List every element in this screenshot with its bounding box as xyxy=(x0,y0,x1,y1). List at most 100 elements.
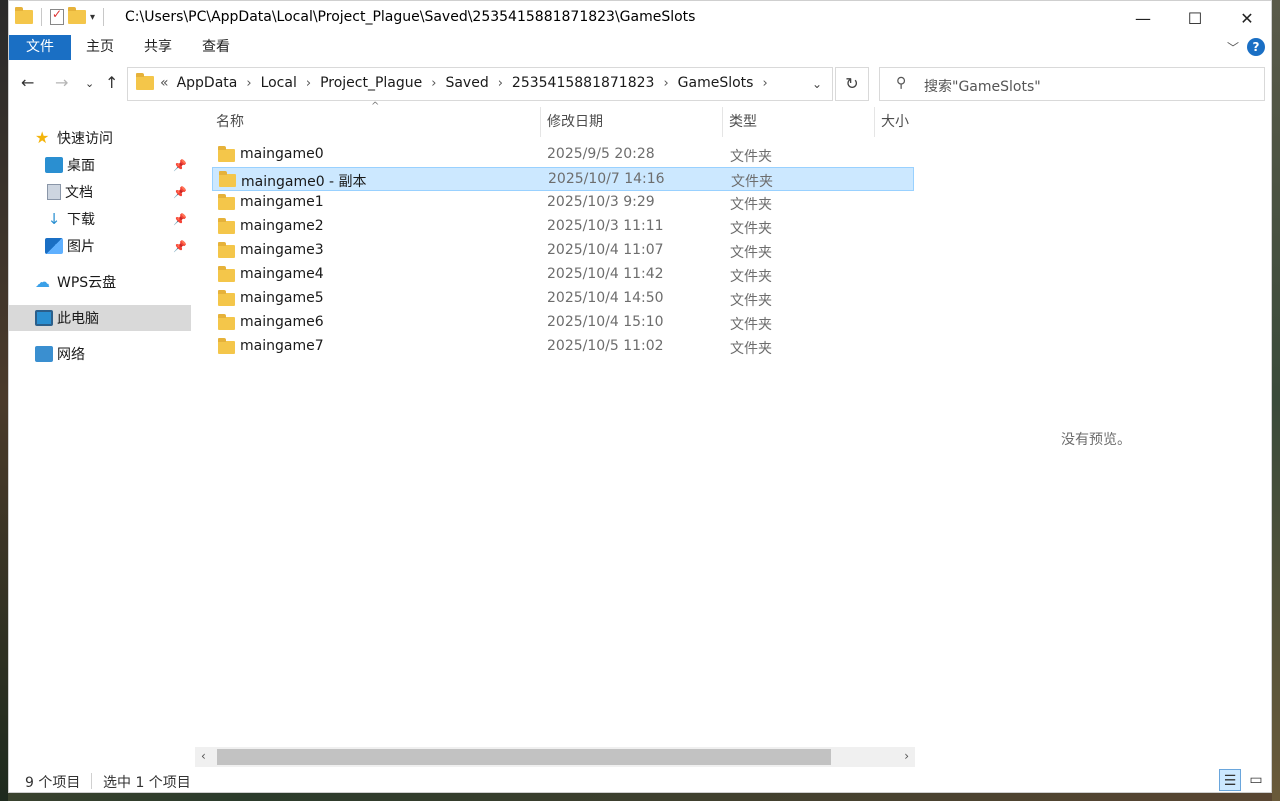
column-header-name[interactable]: 名称 xyxy=(216,107,244,137)
no-preview-message: 没有预览。 xyxy=(1061,432,1131,448)
file-modified: 2025/10/4 11:42 xyxy=(547,266,664,282)
breadcrumb-chevron-icon[interactable]: › xyxy=(246,76,251,91)
file-modified: 2025/10/7 14:16 xyxy=(548,171,665,187)
pin-icon[interactable]: 📌 xyxy=(173,213,187,226)
sidebar-item-desktop[interactable]: 桌面 📌 xyxy=(9,152,191,178)
file-type: 文件夹 xyxy=(730,341,772,357)
desktop-background-left xyxy=(0,0,8,801)
breadcrumb-id-folder[interactable]: 2535415881871823 xyxy=(512,75,655,91)
column-header-size[interactable]: 大小 xyxy=(881,107,909,137)
toolbar-divider xyxy=(103,8,105,26)
sidebar-item-wps-cloud[interactable]: ☁ WPS云盘 xyxy=(9,269,191,295)
maximize-button[interactable]: ☐ xyxy=(1169,1,1221,35)
file-type: 文件夹 xyxy=(730,293,772,309)
breadcrumb-chevron-icon[interactable]: › xyxy=(498,76,503,91)
file-row-maingame7[interactable]: maingame7 2025/10/5 11:02 文件夹 xyxy=(212,335,914,359)
expand-ribbon-icon[interactable]: ﹀ xyxy=(1227,39,1239,56)
recent-locations-chevron-icon[interactable]: ⌄ xyxy=(85,77,94,90)
pin-icon[interactable]: 📌 xyxy=(173,186,187,199)
scroll-left-icon[interactable]: ‹ xyxy=(201,749,206,763)
sidebar-item-this-pc[interactable]: 此电脑 xyxy=(9,305,191,331)
file-row-maingame5[interactable]: maingame5 2025/10/4 14:50 文件夹 xyxy=(212,287,914,311)
column-header-type[interactable]: 类型 xyxy=(729,107,757,137)
file-name: maingame5 xyxy=(240,290,324,306)
file-name: maingame4 xyxy=(240,266,324,282)
sidebar-item-label: 文档 xyxy=(65,185,93,201)
folder-icon xyxy=(218,266,235,282)
file-type: 文件夹 xyxy=(730,269,772,285)
breadcrumb-chevron-icon[interactable]: › xyxy=(762,76,767,91)
large-icons-view-icon[interactable]: ▭ xyxy=(1245,769,1267,791)
address-bar[interactable]: « AppData › Local › Project_Plague › Sav… xyxy=(127,67,833,101)
desktop-icon xyxy=(45,157,63,173)
refresh-button[interactable]: ↻ xyxy=(835,67,869,101)
pin-icon[interactable]: 📌 xyxy=(173,240,187,253)
customize-toolbar-icon[interactable]: ▾ xyxy=(90,12,95,23)
breadcrumb-chevron-icon[interactable]: › xyxy=(431,76,436,91)
column-divider[interactable] xyxy=(874,107,875,137)
sidebar-item-quick-access[interactable]: ★ 快速访问 xyxy=(9,125,191,151)
breadcrumb-overflow[interactable]: « xyxy=(160,75,169,91)
status-divider xyxy=(91,773,92,789)
scroll-right-icon[interactable]: › xyxy=(904,749,909,763)
new-folder-icon[interactable] xyxy=(68,7,86,24)
sidebar-item-label: 快速访问 xyxy=(57,131,113,147)
file-row-maingame2[interactable]: maingame2 2025/10/3 11:11 文件夹 xyxy=(212,215,914,239)
horizontal-scrollbar[interactable]: ‹ › xyxy=(195,747,915,767)
sidebar-item-network[interactable]: 网络 xyxy=(9,341,191,367)
close-button[interactable]: ✕ xyxy=(1221,1,1271,35)
breadcrumb-local[interactable]: Local xyxy=(261,75,297,91)
title-bar: ▾ C:\Users\PC\AppData\Local\Project_Plag… xyxy=(9,1,1271,35)
file-modified: 2025/9/5 20:28 xyxy=(547,146,655,162)
file-name: maingame6 xyxy=(240,314,324,330)
properties-icon[interactable] xyxy=(50,7,64,25)
computer-icon xyxy=(35,310,53,326)
help-icon[interactable]: ? xyxy=(1247,38,1265,56)
file-row-maingame0[interactable]: maingame0 2025/9/5 20:28 文件夹 xyxy=(212,143,914,167)
folder-icon xyxy=(218,146,235,162)
breadcrumb-saved[interactable]: Saved xyxy=(445,75,488,91)
document-icon xyxy=(47,184,61,200)
search-input[interactable]: ⚲ 搜索"GameSlots" xyxy=(879,67,1265,101)
sidebar-item-pictures[interactable]: 图片 📌 xyxy=(9,233,191,259)
column-divider[interactable] xyxy=(722,107,723,137)
sidebar-item-downloads[interactable]: ↓ 下载 📌 xyxy=(9,206,191,232)
folder-icon xyxy=(218,242,235,258)
network-icon xyxy=(35,346,53,362)
file-name: maingame3 xyxy=(240,242,324,258)
back-arrow-icon[interactable]: ← xyxy=(21,73,34,92)
minimize-button[interactable]: — xyxy=(1117,1,1169,35)
tab-view[interactable]: 查看 xyxy=(187,35,245,60)
breadcrumb-gameslots[interactable]: GameSlots xyxy=(678,75,754,91)
file-row-maingame1[interactable]: maingame1 2025/10/3 9:29 文件夹 xyxy=(212,191,914,215)
tab-home[interactable]: 主页 xyxy=(71,35,129,60)
file-row-maingame3[interactable]: maingame3 2025/10/4 11:07 文件夹 xyxy=(212,239,914,263)
file-modified: 2025/10/5 11:02 xyxy=(547,338,664,354)
cloud-icon: ☁ xyxy=(35,273,50,291)
tab-file[interactable]: 文件 xyxy=(9,35,71,60)
sidebar-item-label: 网络 xyxy=(57,347,85,363)
details-view-icon[interactable]: ☰ xyxy=(1219,769,1241,791)
file-type: 文件夹 xyxy=(730,221,772,237)
file-row-maingame4[interactable]: maingame4 2025/10/4 11:42 文件夹 xyxy=(212,263,914,287)
preview-pane: 没有预览。 xyxy=(915,107,1271,767)
breadcrumb-chevron-icon[interactable]: › xyxy=(306,76,311,91)
scrollbar-thumb[interactable] xyxy=(217,749,831,765)
forward-arrow-icon[interactable]: → xyxy=(55,73,68,92)
tab-share[interactable]: 共享 xyxy=(129,35,187,60)
column-divider[interactable] xyxy=(540,107,541,137)
breadcrumb-project-plague[interactable]: Project_Plague xyxy=(320,75,422,91)
breadcrumb-appdata[interactable]: AppData xyxy=(177,75,238,91)
column-header-modified[interactable]: 修改日期 xyxy=(547,107,603,137)
pictures-icon xyxy=(45,238,63,254)
file-type: 文件夹 xyxy=(730,149,772,165)
address-dropdown-chevron-icon[interactable]: ⌄ xyxy=(802,68,832,100)
file-row-maingame6[interactable]: maingame6 2025/10/4 15:10 文件夹 xyxy=(212,311,914,335)
file-modified: 2025/10/4 14:50 xyxy=(547,290,664,306)
breadcrumb-chevron-icon[interactable]: › xyxy=(663,76,668,91)
up-arrow-icon[interactable]: ↑ xyxy=(105,73,118,92)
toolbar-divider xyxy=(41,8,42,26)
file-row-maingame0-copy[interactable]: maingame0 - 副本 2025/10/7 14:16 文件夹 xyxy=(212,167,914,191)
pin-icon[interactable]: 📌 xyxy=(173,159,187,172)
sidebar-item-documents[interactable]: 文档 📌 xyxy=(9,179,191,205)
